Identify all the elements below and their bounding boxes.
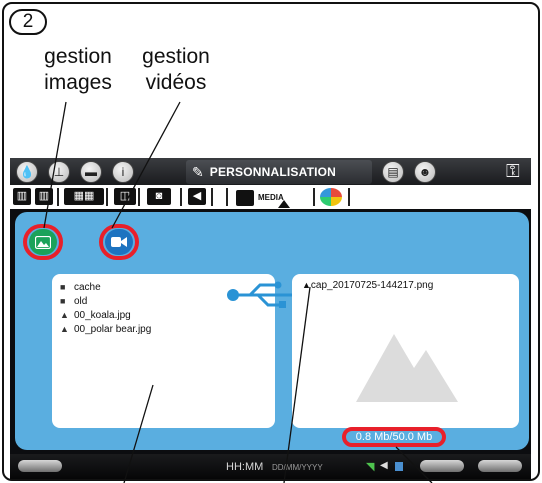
callout-images-line1: gestion <box>44 45 112 68</box>
divider <box>348 188 350 206</box>
dual-page-icon[interactable]: ▦▦ <box>64 188 104 205</box>
water-drop-icon[interactable]: 💧 <box>16 161 38 183</box>
folder-icon: ■ <box>60 282 66 292</box>
image-file-icon: ▲ <box>60 310 69 320</box>
top-navigation-bar: 💧 ⊥ ▬ i ✎ PERSONNALISATION ▤ ☻ ⚿ <box>10 158 531 185</box>
preview-filename-text: cap_20170725-144217.png <box>310 280 434 291</box>
book-icon[interactable]: ▥ <box>13 188 31 205</box>
tab-personnalisation[interactable]: ✎ PERSONNALISATION <box>186 160 372 184</box>
volume-icon: ◀ <box>380 460 388 471</box>
step-number-badge: 2 <box>9 9 47 35</box>
status-bar: HH:MM DD/MM/YYYY ◥ ◀ <box>10 454 531 479</box>
image-placeholder-icon <box>356 334 458 402</box>
sub-navigation-bar: ▥ ▥ ▦▦ ◫ ◙ ◀ MEDIA <box>10 185 531 209</box>
image-file-icon: ▲ <box>302 280 311 290</box>
divider <box>313 188 315 206</box>
key-icon[interactable]: ⚿ <box>506 161 520 182</box>
divider <box>226 188 228 206</box>
file-name: 00_koala.jpg <box>74 309 131 321</box>
file-name: old <box>74 295 88 307</box>
clock-time: HH:MM <box>226 461 264 473</box>
image-icon <box>35 235 51 249</box>
preview-filename: ▲cap_20170725-144217.png <box>302 280 433 291</box>
file-name: 00_polar bear.jpg <box>74 323 152 335</box>
divider <box>57 188 59 206</box>
frame-icon[interactable]: ◫ <box>114 188 136 205</box>
video-camera-icon <box>111 237 127 247</box>
image-file-icon: ▲ <box>60 324 69 334</box>
divider <box>106 188 108 206</box>
book-icon-2[interactable]: ▥ <box>35 188 53 205</box>
active-tab-indicator <box>278 200 290 208</box>
file-browser-panel: ■ cache ■ old ▲ 00_koala.jpg ▲ 00_polar … <box>52 274 307 428</box>
tab-personnalisation-label: PERSONNALISATION <box>209 165 337 179</box>
image-preview-panel: ▲cap_20170725-144217.png <box>292 274 519 428</box>
pencil-icon: ✎ <box>192 163 204 180</box>
callout-images-line2: images <box>44 71 112 94</box>
document-icon[interactable]: ▤ <box>382 161 404 183</box>
palette-icon[interactable] <box>320 188 342 206</box>
list-item[interactable]: ▲ 00_polar bear.jpg <box>60 322 267 336</box>
clock-date: DD/MM/YYYY <box>272 463 323 472</box>
callout-videos-line2: vidéos <box>145 71 207 94</box>
info-icon[interactable]: i <box>112 161 134 183</box>
hardware-knob <box>18 460 62 472</box>
callout-images-label: gestion images <box>28 44 128 96</box>
divider <box>138 188 140 206</box>
videos-management-button[interactable] <box>99 224 139 260</box>
display-icon[interactable]: ▬ <box>80 161 102 183</box>
divider <box>211 188 213 206</box>
images-button-face <box>29 229 57 255</box>
hardware-knob <box>478 460 522 472</box>
settings-dial-icon[interactable]: ⊥ <box>48 161 70 183</box>
subtab-media[interactable]: MEDIA <box>236 187 316 208</box>
user-profile-icon[interactable]: ☻ <box>414 161 436 183</box>
wifi-icon: ◥ <box>366 461 375 473</box>
divider <box>180 188 182 206</box>
hardware-knob <box>420 460 464 472</box>
usb-status-icon <box>395 462 403 471</box>
callout-videos-label: gestion vidéos <box>128 44 224 96</box>
images-management-button[interactable] <box>23 224 63 260</box>
screenshot-icon[interactable]: ◙ <box>147 188 171 205</box>
storage-usage-indicator: 0.8 Mb/50.0 Mb <box>342 427 446 447</box>
folder-icon: ■ <box>60 296 66 306</box>
media-panel: ■ cache ■ old ▲ 00_koala.jpg ▲ 00_polar … <box>15 212 529 450</box>
list-item[interactable]: ▲ 00_koala.jpg <box>60 308 267 322</box>
callout-videos-line1: gestion <box>142 45 210 68</box>
media-icon <box>236 189 254 206</box>
videos-button-face <box>105 229 133 255</box>
speaker-icon[interactable]: ◀ <box>188 188 206 205</box>
device-screen: 💧 ⊥ ▬ i ✎ PERSONNALISATION ▤ ☻ ⚿ ▥ ▥ ▦▦ … <box>10 158 531 479</box>
file-name: cache <box>74 281 101 293</box>
